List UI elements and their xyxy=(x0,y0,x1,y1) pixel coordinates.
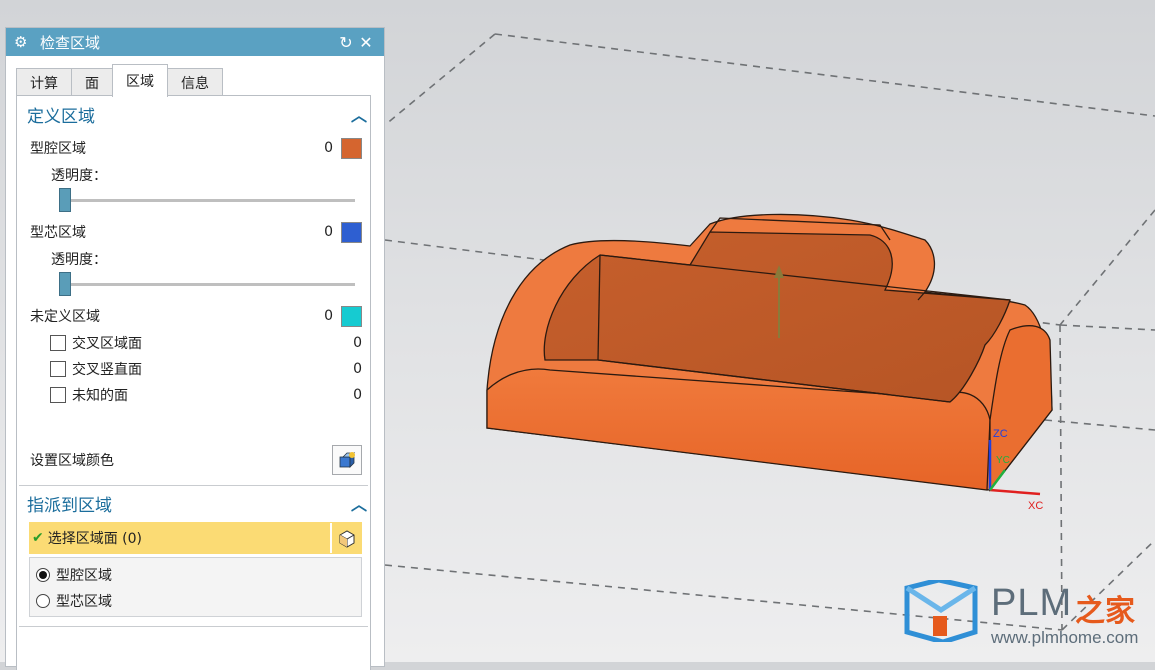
axis-z-label: ZC xyxy=(993,428,1008,440)
cavity-region-row: 型腔区域 0 xyxy=(30,137,362,159)
cross-vertical-faces-checkbox-row[interactable]: 交叉竖直面 0 xyxy=(50,359,362,379)
radio-core-region[interactable]: 型芯区域 xyxy=(36,591,112,611)
cavity-transparency-slider[interactable] xyxy=(59,188,355,212)
set-region-color-label: 设置区域颜色 xyxy=(30,453,114,469)
assign-region-header[interactable]: 指派到区域 ︿ xyxy=(27,490,367,516)
watermark-brand-cn: 之家 xyxy=(1075,594,1135,629)
tab-faces[interactable]: 面 xyxy=(71,68,113,97)
cross-vertical-faces-label: 交叉竖直面 xyxy=(72,362,142,378)
radio-cavity-label: 型腔区域 xyxy=(56,568,112,584)
cavity-transparency-label: 透明度： xyxy=(51,168,107,184)
radio-button[interactable] xyxy=(36,568,50,582)
reset-icon[interactable]: ↻ xyxy=(336,33,356,52)
core-transparency-slider[interactable] xyxy=(59,272,355,296)
unknown-faces-label: 未知的面 xyxy=(72,388,128,404)
dialog-title: 检查区域 xyxy=(40,33,101,52)
checkmark-icon: ✔ xyxy=(32,530,44,546)
core-region-row: 型芯区域 0 xyxy=(30,221,362,243)
define-region-header[interactable]: 定义区域 ︿ xyxy=(27,101,367,127)
plmhome-watermark: PLM 之家 www.plmhome.com xyxy=(903,580,1153,650)
part-model[interactable] xyxy=(486,213,1053,492)
collapse-chevron-icon[interactable]: ︿ xyxy=(351,102,367,126)
undefined-region-row: 未定义区域 0 xyxy=(30,305,362,327)
set-region-color-row: 设置区域颜色 xyxy=(30,449,362,471)
cube-face-icon xyxy=(339,530,355,548)
color-palette-icon xyxy=(339,452,355,468)
section-divider xyxy=(19,626,368,627)
undefined-region-label: 未定义区域 xyxy=(30,309,100,325)
core-color-swatch[interactable] xyxy=(341,221,362,243)
cross-region-faces-checkbox-row[interactable]: 交叉区域面 0 xyxy=(50,333,362,353)
tab-info[interactable]: 信息 xyxy=(167,68,223,97)
slider-track xyxy=(59,199,355,202)
axis-x-label: XC xyxy=(1028,500,1043,512)
cross-region-faces-count: 0 xyxy=(353,335,362,351)
slider-track xyxy=(59,283,355,286)
undefined-color-swatch[interactable] xyxy=(341,305,362,327)
region-radio-group: 型腔区域 型芯区域 xyxy=(29,557,362,617)
close-icon[interactable]: ✕ xyxy=(356,33,376,52)
tab-strip: 计算 面 区域 信息 xyxy=(16,64,223,97)
tab-content: 定义区域 ︿ 型腔区域 0 透明度： 型芯区域 0 透明度： 未定义区域 0 交… xyxy=(16,95,371,670)
checkbox[interactable] xyxy=(50,335,66,351)
slider-thumb[interactable] xyxy=(59,188,71,212)
dialog-titlebar[interactable]: ⚙ 检查区域 ↻ ✕ xyxy=(6,28,384,56)
cavity-region-count: 0 xyxy=(324,140,333,156)
collapse-chevron-icon[interactable]: ︿ xyxy=(351,491,367,515)
set-region-color-button[interactable] xyxy=(332,445,362,475)
unknown-faces-checkbox-row[interactable]: 未知的面 0 xyxy=(50,385,362,405)
radio-cavity-region[interactable]: 型腔区域 xyxy=(36,565,112,585)
tab-compute[interactable]: 计算 xyxy=(16,68,72,97)
checkbox[interactable] xyxy=(50,387,66,403)
axis-y-label: YC xyxy=(996,455,1010,466)
checkbox[interactable] xyxy=(50,361,66,377)
define-region-title: 定义区域 xyxy=(27,106,95,127)
unknown-faces-count: 0 xyxy=(353,387,362,403)
section-divider xyxy=(19,485,368,486)
cavity-color-swatch[interactable] xyxy=(341,137,362,159)
assign-region-title: 指派到区域 xyxy=(27,495,112,516)
undefined-region-count: 0 xyxy=(324,308,333,324)
cross-vertical-faces-count: 0 xyxy=(353,361,362,377)
core-region-count: 0 xyxy=(324,224,333,240)
core-region-label: 型芯区域 xyxy=(30,225,86,241)
radio-core-label: 型芯区域 xyxy=(56,594,112,610)
cross-region-faces-label: 交叉区域面 xyxy=(72,336,142,352)
cavity-region-label: 型腔区域 xyxy=(30,141,86,157)
gear-icon[interactable]: ⚙ xyxy=(14,33,32,51)
watermark-brand: PLM xyxy=(991,582,1073,624)
plm-logo-icon xyxy=(904,580,978,642)
select-region-faces-label: 选择区域面 (0) xyxy=(47,531,143,547)
check-regions-dialog: ⚙ 检查区域 ↻ ✕ 计算 面 区域 信息 定义区域 ︿ 型腔区域 0 透明度：… xyxy=(5,27,385,670)
radio-button[interactable] xyxy=(36,594,50,608)
core-transparency-label: 透明度： xyxy=(51,252,107,268)
watermark-url: www.plmhome.com xyxy=(991,628,1139,647)
face-select-button[interactable] xyxy=(330,523,362,553)
slider-thumb[interactable] xyxy=(59,272,71,296)
select-region-faces-row[interactable]: ✔ 选择区域面 (0) xyxy=(29,522,362,554)
tab-regions[interactable]: 区域 xyxy=(112,64,168,97)
